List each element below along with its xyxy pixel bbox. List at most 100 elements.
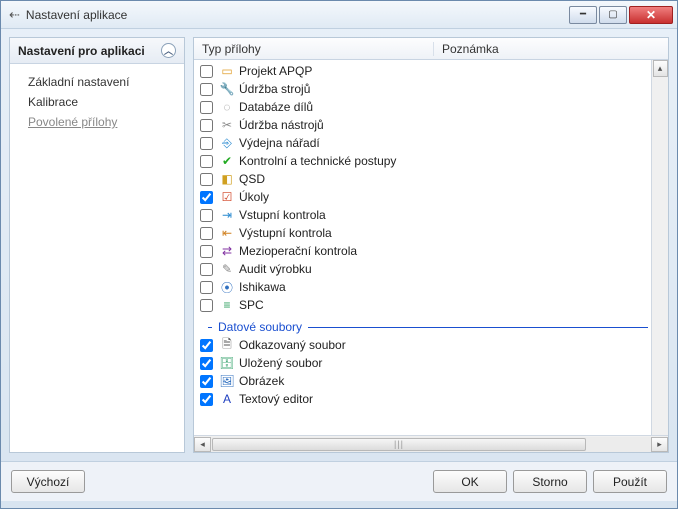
default-button[interactable]: Výchozí xyxy=(11,470,85,493)
database-icon: ◌ xyxy=(219,99,235,115)
datafile-label: Odkazovaný soubor xyxy=(239,338,346,352)
scroll-track[interactable]: ||| xyxy=(211,437,651,452)
scroll-thumb[interactable]: ||| xyxy=(212,438,586,451)
type-checkbox[interactable] xyxy=(200,245,213,258)
type-checkbox[interactable] xyxy=(200,155,213,168)
type-row: ☑ Úkoly xyxy=(200,188,668,206)
scroll-up-icon[interactable]: ▴ xyxy=(653,60,668,77)
type-label: Údržba strojů xyxy=(239,82,310,96)
apply-button[interactable]: Použít xyxy=(593,470,667,493)
type-label: Audit výrobku xyxy=(239,262,312,276)
maximize-button[interactable]: ▢ xyxy=(599,6,627,24)
type-row: 🔧 Údržba strojů xyxy=(200,80,668,98)
type-label: SPC xyxy=(239,298,264,312)
datafile-checkbox[interactable] xyxy=(200,375,213,388)
type-row: ⦿ Ishikawa xyxy=(200,278,668,296)
window-title: Nastavení aplikace xyxy=(26,8,567,22)
close-button[interactable]: ✕ xyxy=(629,6,673,24)
sidebar-item-1[interactable]: Kalibrace xyxy=(28,92,184,112)
input-icon: ⇥ xyxy=(219,207,235,223)
chevron-up-icon[interactable]: ︿ xyxy=(161,43,176,58)
type-row: ⇥ Vstupní kontrola xyxy=(200,206,668,224)
cancel-button[interactable]: Storno xyxy=(513,470,587,493)
scroll-left-icon[interactable]: ◂ xyxy=(194,437,211,452)
datafile-label: Obrázek xyxy=(239,374,284,388)
column-note[interactable]: Poznámka xyxy=(434,42,507,56)
output-icon: ⇤ xyxy=(219,225,235,241)
sidebar-item-0[interactable]: Základní nastavení xyxy=(28,72,184,92)
ok-button[interactable]: OK xyxy=(433,470,507,493)
datafile-label: Textový editor xyxy=(239,392,313,406)
group-label-text: Datové soubory xyxy=(218,320,302,334)
type-row: ⇄ Mezioperační kontrola xyxy=(200,242,668,260)
window-body: Nastavení pro aplikaci ︿ Základní nastav… xyxy=(1,29,677,461)
type-checkbox[interactable] xyxy=(200,263,213,276)
type-label: Databáze dílů xyxy=(239,100,313,114)
datafile-row: 🖼Obrázek xyxy=(200,372,668,390)
type-checkbox[interactable] xyxy=(200,209,213,222)
sidebar-item-2[interactable]: Povolené přílohy xyxy=(28,112,184,132)
type-checkbox[interactable] xyxy=(200,281,213,294)
audit-icon: ✎ xyxy=(219,261,235,277)
sidebar-header[interactable]: Nastavení pro aplikaci ︿ xyxy=(10,38,184,64)
datafile-row: A Textový editor xyxy=(200,390,668,408)
type-label: QSD xyxy=(239,172,265,186)
app-window: ⇠ Nastavení aplikace ━ ▢ ✕ Nastavení pro… xyxy=(0,0,678,509)
spc-icon: ≡ xyxy=(219,297,235,313)
vertical-scrollbar[interactable]: ▴ xyxy=(651,60,668,435)
type-label: Vstupní kontrola xyxy=(239,208,326,222)
type-checkbox[interactable] xyxy=(200,227,213,240)
datafile-checkbox[interactable] xyxy=(200,339,213,352)
linked-file-icon: 🗎 xyxy=(219,337,235,353)
titlebar: ⇠ Nastavení aplikace ━ ▢ ✕ xyxy=(1,1,677,29)
datafile-row: 🗄 Uložený soubor xyxy=(200,354,668,372)
datafile-label: Uložený soubor xyxy=(239,356,322,370)
tasks-icon: ☑ xyxy=(219,189,235,205)
project-icon: ▭ xyxy=(219,63,235,79)
type-label: Kontrolní a technické postupy xyxy=(239,154,396,168)
datafile-checkbox[interactable] xyxy=(200,357,213,370)
stored-file-icon: 🗄 xyxy=(219,355,235,371)
type-label: Údržba nástrojů xyxy=(239,118,324,132)
type-row: ◌ Databáze dílů xyxy=(200,98,668,116)
type-row: ◧ QSD xyxy=(200,170,668,188)
type-checkbox[interactable] xyxy=(200,83,213,96)
type-checkbox[interactable] xyxy=(200,173,213,186)
type-label: Výstupní kontrola xyxy=(239,226,332,240)
group-data-files: Datové soubory xyxy=(208,320,668,334)
type-checkbox[interactable] xyxy=(200,191,213,204)
type-checkbox[interactable] xyxy=(200,137,213,150)
interop-icon: ⇄ xyxy=(219,243,235,259)
type-checkbox[interactable] xyxy=(200,101,213,114)
type-label: Projekt APQP xyxy=(239,64,312,78)
maintenance-icon: 🔧 xyxy=(219,81,235,97)
type-checkbox[interactable] xyxy=(200,119,213,132)
type-label: Výdejna nářadí xyxy=(239,136,320,150)
minimize-button[interactable]: ━ xyxy=(569,6,597,24)
sidebar-header-label: Nastavení pro aplikaci xyxy=(18,44,145,58)
tools-icon: ✂ xyxy=(219,117,235,133)
main-panel: Typ přílohy Poznámka ▭ Projekt APQP 🔧 Údržb… xyxy=(193,37,669,453)
text-editor-icon: A xyxy=(219,391,235,407)
type-row: ≡ SPC xyxy=(200,296,668,314)
type-row: ✂ Údržba nástrojů xyxy=(200,116,668,134)
type-label: Úkoly xyxy=(239,190,269,204)
qsd-icon: ◧ xyxy=(219,171,235,187)
scroll-right-icon[interactable]: ▸ xyxy=(651,437,668,452)
window-buttons: ━ ▢ ✕ xyxy=(567,6,673,24)
datafile-checkbox[interactable] xyxy=(200,393,213,406)
type-row: ✔ Kontrolní a technické postupy xyxy=(200,152,668,170)
type-checkbox[interactable] xyxy=(200,299,213,312)
type-label: Ishikawa xyxy=(239,280,286,294)
column-type[interactable]: Typ přílohy xyxy=(194,42,434,56)
type-row: ⇤ Výstupní kontrola xyxy=(200,224,668,242)
type-checkbox[interactable] xyxy=(200,65,213,78)
type-row: ✎ Audit výrobku xyxy=(200,260,668,278)
type-label: Mezioperační kontrola xyxy=(239,244,357,258)
horizontal-scrollbar[interactable]: ◂ ||| ▸ xyxy=(194,435,668,452)
issue-icon: ⎆ xyxy=(219,135,235,151)
column-headers: Typ přílohy Poznámka xyxy=(194,38,668,60)
procedure-icon: ✔ xyxy=(219,153,235,169)
dialog-footer: Výchozí OK Storno Použít xyxy=(1,461,677,501)
ishikawa-icon: ⦿ xyxy=(219,279,235,295)
